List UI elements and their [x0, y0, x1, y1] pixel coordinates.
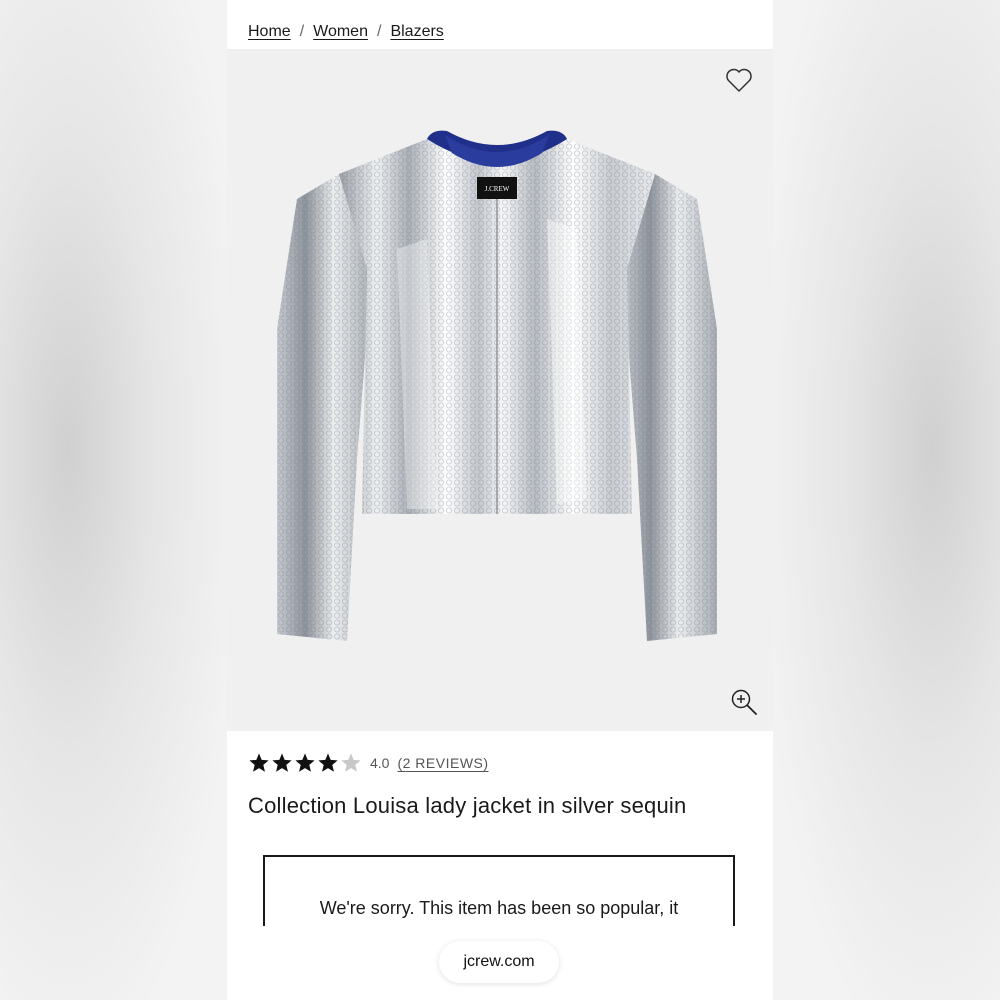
availability-message: We're sorry. This item has been so popul… — [319, 898, 679, 918]
heart-outline-icon — [726, 68, 752, 92]
product-page: Home / Women / Blazers J.CREW 4.0 (2 REV… — [227, 0, 773, 1000]
star-empty-icon — [341, 753, 361, 772]
breadcrumb-separator: / — [376, 23, 382, 40]
zoom-button[interactable] — [729, 687, 759, 717]
star-rating — [248, 752, 362, 774]
star-filled-icon — [295, 753, 315, 772]
breadcrumb-blazers[interactable]: Blazers — [390, 23, 443, 41]
breadcrumb-women[interactable]: Women — [313, 23, 368, 41]
brand-tag: J.CREW — [485, 185, 510, 193]
address-bar[interactable]: jcrew.com — [439, 941, 559, 983]
background-right — [773, 0, 1000, 1000]
breadcrumb-separator: / — [299, 23, 305, 40]
address-bar-url: jcrew.com — [463, 953, 535, 970]
background-left — [0, 0, 227, 1000]
star-filled-icon — [249, 753, 269, 772]
breadcrumb: Home / Women / Blazers — [248, 20, 444, 44]
product-title: Collection Louisa lady jacket in silver … — [248, 793, 687, 818]
rating-value: 4.0 — [370, 755, 390, 771]
star-filled-icon — [318, 753, 338, 772]
breadcrumb-home[interactable]: Home — [248, 23, 291, 41]
reviews-link[interactable]: (2 REVIEWS) — [397, 755, 488, 771]
star-filled-icon — [272, 753, 292, 772]
product-image[interactable]: J.CREW — [227, 49, 773, 731]
zoom-in-icon — [731, 689, 757, 715]
jacket-image: J.CREW — [277, 130, 717, 641]
wishlist-button[interactable] — [725, 67, 753, 93]
rating-summary: 4.0 (2 REVIEWS) — [248, 750, 489, 776]
